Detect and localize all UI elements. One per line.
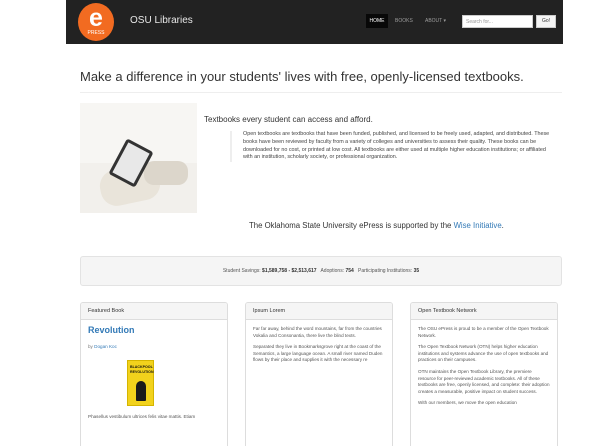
panel-paragraph: Separated they live in Bookmarksgrove ri…: [253, 344, 383, 363]
cover-figure-icon: [136, 381, 146, 402]
wise-initiative-link[interactable]: Wise Initiative: [454, 221, 502, 230]
open-textbook-network-panel: Open Textbook Network The OSU ePress is …: [410, 302, 558, 446]
author-link[interactable]: Dogan Koc: [94, 344, 117, 349]
cover-title-text: BLACKPOOL REVOLUTION: [130, 365, 154, 374]
panel-paragraph: Far far away, behind the word mountains,…: [253, 326, 382, 338]
support-end: .: [501, 221, 504, 230]
panel-heading: Open Textbook Network: [411, 303, 557, 320]
logo-letter: e: [89, 4, 103, 32]
hero-description: Open textbooks are textbooks that have b…: [230, 131, 556, 163]
stats-bar: Student Savings: $1,589,758 - $2,513,617…: [80, 256, 562, 286]
by-label: by: [88, 343, 93, 349]
tablet-reader-photo-icon: [80, 103, 197, 213]
savings-label: Student Savings:: [222, 268, 261, 274]
panel-paragraph: The Open Textbook Network (OTN) helps hi…: [418, 344, 549, 363]
support-text: The Oklahoma State University ePress is …: [249, 221, 452, 230]
nav-home-link[interactable]: HOME: [366, 14, 388, 28]
nav-about-dropdown[interactable]: ABOUT ▾: [425, 18, 446, 24]
featured-book-panel: Featured Book Revolution by Dogan Koc BL…: [80, 302, 228, 446]
book-byline: by Dogan Koc: [88, 344, 220, 351]
headline-divider: [80, 92, 562, 93]
navbar: e PRESS OSU Libraries HOME BOOKS ABOUT ▾…: [66, 0, 563, 44]
savings-value: $1,589,758 - $2,513,617: [262, 268, 317, 274]
search-input[interactable]: Search for...: [462, 15, 533, 28]
adoptions-value: 754: [345, 268, 354, 274]
panel-paragraph: OTN maintains the Open Textbook Library,…: [418, 368, 550, 394]
brand-link[interactable]: OSU Libraries: [130, 15, 193, 26]
nav-books-link[interactable]: BOOKS: [395, 18, 413, 24]
institutions-label: Participating Institutions:: [358, 268, 413, 274]
page-headline: Make a difference in your students' live…: [80, 69, 524, 84]
panel-paragraph: The OSU ePress is proud to be a member o…: [418, 326, 549, 338]
panel-heading: Ipsum Lorem: [246, 303, 392, 320]
panel-paragraph: With our members, we move the open educa…: [418, 400, 517, 406]
search-button[interactable]: Go!: [536, 15, 556, 28]
featured-book-title-link[interactable]: Revolution: [88, 326, 220, 334]
panel-heading: Featured Book: [81, 303, 227, 320]
book-blurb: Phasellus vestibulum ultrices felis vita…: [88, 414, 196, 420]
institutions-value: 35: [413, 268, 420, 274]
hero-subheading: Textbooks every student can access and a…: [204, 115, 373, 124]
logo-subtitle: PRESS: [87, 30, 105, 36]
epress-logo-icon[interactable]: e PRESS: [78, 3, 114, 41]
book-cover-image[interactable]: BLACKPOOL REVOLUTION: [127, 360, 154, 407]
support-statement: The Oklahoma State University ePress is …: [249, 221, 504, 230]
ipsum-lorem-panel: Ipsum Lorem Far far away, behind the wor…: [245, 302, 393, 446]
adoptions-label: Adoptions:: [320, 268, 345, 274]
